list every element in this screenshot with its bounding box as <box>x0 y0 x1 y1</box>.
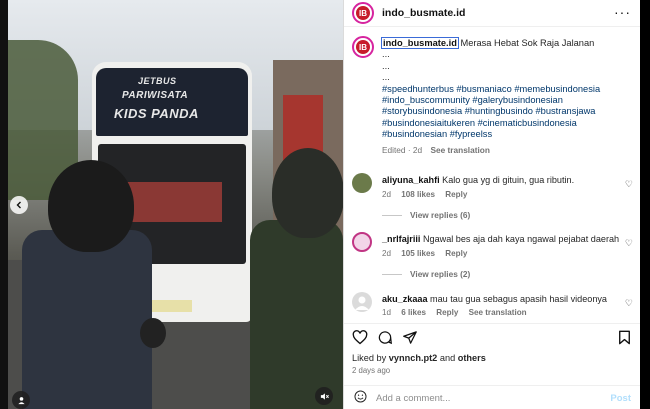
commenter-avatar[interactable] <box>352 292 372 312</box>
heart-icon[interactable]: ♡ <box>625 238 633 249</box>
heart-icon[interactable]: ♡ <box>625 298 633 309</box>
heart-icon[interactable]: ♡ <box>625 179 633 190</box>
comment-meta: 1d 6 likes Reply See translation <box>382 308 535 317</box>
share-icon[interactable] <box>402 330 418 349</box>
comment-see-translation[interactable]: See translation <box>469 308 527 317</box>
comment-icon[interactable] <box>377 330 393 349</box>
person-icon[interactable] <box>12 391 30 409</box>
caption-dots-2: ... <box>382 60 390 71</box>
add-comment-input[interactable]: Add a comment... <box>376 393 450 404</box>
comment-item: aku_zkaaa mau tau gua sebagus apasih has… <box>352 292 637 322</box>
bookmark-icon[interactable] <box>618 330 631 349</box>
bus-name-text: PARIWISATA <box>122 90 189 101</box>
caption-dots-1: ... <box>382 49 390 60</box>
rider-left <box>22 230 152 409</box>
comment-likes[interactable]: 6 likes <box>401 308 426 317</box>
caption-hashtags[interactable]: #speedhunterbus #busmaniaco #memebusindo… <box>382 84 632 141</box>
post-caption: indo_busmate.id Merasa Hebat Sok Raja Ja… <box>381 37 632 156</box>
helmet-left <box>48 160 134 252</box>
like-heart-icon[interactable] <box>352 330 368 349</box>
author-username[interactable]: indo_busmate.id <box>382 7 465 19</box>
liked-others-link[interactable]: others <box>458 353 486 363</box>
comment-likes[interactable]: 108 likes <box>401 190 435 199</box>
liked-mid: and <box>439 353 456 363</box>
comment-reply-button[interactable]: Reply <box>445 190 467 199</box>
post-video[interactable]: JETBUS PARIWISATA KIDS PANDA <box>0 0 343 409</box>
add-comment-bar: Add a comment... Post <box>344 385 641 409</box>
comment-likes[interactable]: 105 likes <box>401 249 435 258</box>
emoji-icon[interactable] <box>354 390 367 406</box>
comment-body: aliyuna_kahfi Kalo gua yg di gituin, gua… <box>382 175 620 186</box>
bus-brand-text: JETBUS <box>138 76 177 86</box>
post-actions-bar <box>344 323 641 351</box>
commenter-username[interactable]: aliyuna_kahfi <box>382 175 440 185</box>
edited-label: Edited · 2d <box>382 144 423 155</box>
commenter-avatar[interactable] <box>352 173 372 193</box>
commenter-username[interactable]: _nrlfajriii <box>382 234 420 244</box>
bus-livery-text: KIDS PANDA <box>114 106 199 121</box>
comment-meta: 2d 105 likes Reply <box>382 249 475 258</box>
post-header: IB indo_busmate.id ··· <box>344 0 641 27</box>
comment-body: aku_zkaaa mau tau gua sebagus apasih has… <box>382 294 620 305</box>
motorbike-mirror <box>140 318 166 348</box>
comment-text: Kalo gua yg di gituin, gua ributin. <box>442 175 575 185</box>
comment-meta: 2d 108 likes Reply <box>382 190 475 199</box>
chevron-left-icon[interactable] <box>10 196 28 214</box>
post-details-panel: IB indo_busmate.id ··· IB indo_busmate.i… <box>343 0 641 409</box>
caption-avatar[interactable]: IB <box>352 36 374 58</box>
comment-body: _nrlfajriii Ngawal bes aja dah kaya ngaw… <box>382 234 620 245</box>
page-scroll-gutter <box>640 0 650 409</box>
commenter-username[interactable]: aku_zkaaa <box>382 294 428 304</box>
bus-plate <box>152 300 192 312</box>
post-timestamp: 2 days ago <box>352 366 391 375</box>
view-replies-button[interactable]: View replies (6) <box>382 210 470 220</box>
caption-text: Merasa Hebat Sok Raja Jalanan <box>460 38 595 48</box>
liked-prefix: Liked by <box>352 353 387 363</box>
comment-time: 2d <box>382 190 392 199</box>
author-avatar[interactable]: IB <box>352 2 374 24</box>
comment-text: mau tau gua sebagus apasih hasil videony… <box>430 294 607 304</box>
mute-icon[interactable] <box>315 387 333 405</box>
view-replies-button[interactable]: View replies (2) <box>382 269 470 279</box>
rider-right <box>250 220 343 409</box>
video-edge <box>0 0 8 409</box>
helmet-right <box>272 148 343 238</box>
comment-reply-button[interactable]: Reply <box>445 249 467 258</box>
comment-time: 1d <box>382 308 392 317</box>
caption-username[interactable]: indo_busmate.id <box>381 37 459 49</box>
comment-text: Ngawal bes aja dah kaya ngawal pejabat d… <box>422 234 620 244</box>
liked-by-user[interactable]: vynnch.pt2 <box>389 353 438 363</box>
see-translation-link[interactable]: See translation <box>430 145 489 155</box>
comment-reply-button[interactable]: Reply <box>436 308 458 317</box>
liked-by-text: Liked by vynnch.pt2 and others <box>352 353 486 363</box>
more-options-icon[interactable]: ··· <box>614 4 631 20</box>
bus-sticker <box>122 182 222 222</box>
caption-dots-3: ... <box>382 72 390 83</box>
caption-meta: Edited · 2d See translation <box>382 145 632 156</box>
comment-time: 2d <box>382 249 392 258</box>
post-comment-button[interactable]: Post <box>610 393 631 404</box>
commenter-avatar[interactable] <box>352 232 372 252</box>
